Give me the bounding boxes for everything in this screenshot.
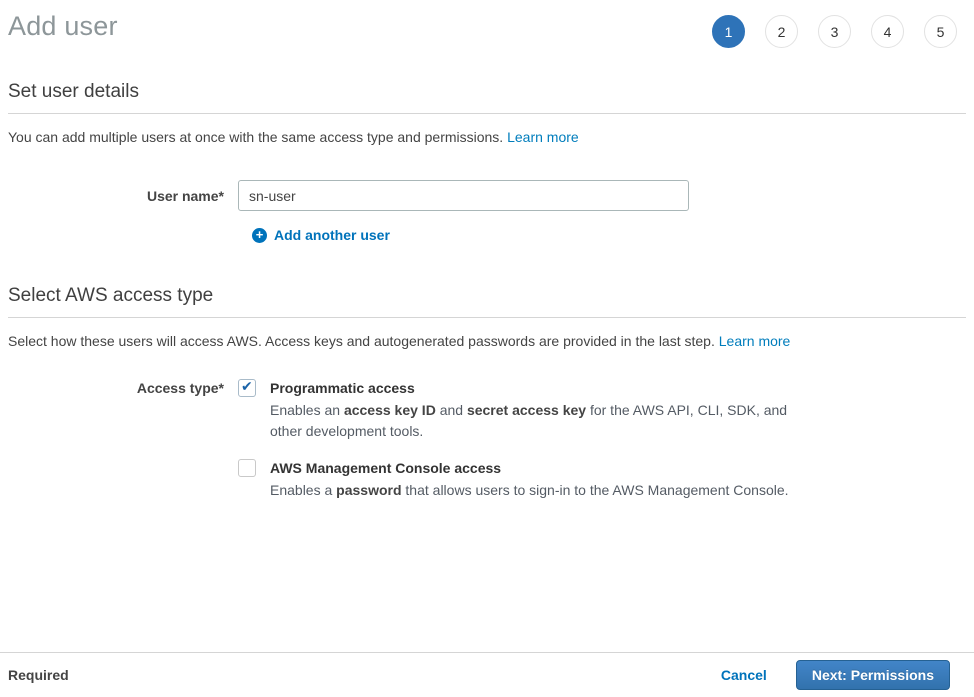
wizard-step-indicator: 1 2 3 4 5	[712, 15, 957, 48]
step-2[interactable]: 2	[765, 15, 798, 48]
console-access-title: AWS Management Console access	[270, 458, 789, 478]
programmatic-access-desc: Enables an access key ID and secret acce…	[270, 400, 794, 442]
console-access-body: AWS Management Console access Enables a …	[270, 458, 789, 501]
cancel-button[interactable]: Cancel	[721, 667, 767, 683]
programmatic-access-title: Programmatic access	[270, 378, 794, 398]
desc-text: Enables a	[270, 482, 336, 498]
desc-text: and	[436, 402, 467, 418]
access-type-label: Access type*	[8, 378, 238, 396]
access-type-description-text: Select how these users will access AWS. …	[8, 333, 715, 349]
plus-circle-icon: +	[252, 228, 267, 243]
access-type-options: ✔ Programmatic access Enables an access …	[238, 378, 794, 501]
page-header: Add user 1 2 3 4 5	[8, 0, 957, 48]
add-another-user-label: Add another user	[274, 227, 390, 243]
step-5[interactable]: 5	[924, 15, 957, 48]
learn-more-link-access-type[interactable]: Learn more	[719, 333, 791, 349]
programmatic-access-checkbox[interactable]: ✔	[238, 379, 256, 397]
step-3[interactable]: 3	[818, 15, 851, 48]
user-name-input[interactable]	[238, 180, 689, 211]
user-name-label: User name*	[8, 180, 238, 204]
desc-bold-text: access key ID	[344, 402, 436, 418]
wizard-footer: Required Cancel Next: Permissions	[0, 652, 974, 697]
add-user-page: Add user 1 2 3 4 5 Set user details You …	[0, 0, 974, 501]
access-type-row: Access type* ✔ Programmatic access Enabl…	[8, 378, 966, 501]
required-note: Required	[8, 667, 69, 683]
desc-bold-text: secret access key	[467, 402, 586, 418]
access-type-section: Select AWS access type Select how these …	[8, 285, 966, 501]
section-heading-access-type: Select AWS access type	[8, 285, 966, 318]
user-details-description: You can add multiple users at once with …	[8, 127, 966, 147]
page-title: Add user	[8, 11, 118, 42]
desc-bold-text: password	[336, 482, 401, 498]
next-permissions-button[interactable]: Next: Permissions	[796, 660, 950, 690]
desc-text: Enables an	[270, 402, 344, 418]
section-heading-user-details: Set user details	[8, 81, 966, 114]
user-details-description-text: You can add multiple users at once with …	[8, 129, 503, 145]
checkmark-icon: ✔	[241, 378, 253, 395]
step-1[interactable]: 1	[712, 15, 745, 48]
access-type-description: Select how these users will access AWS. …	[8, 331, 966, 351]
console-access-checkbox[interactable]	[238, 459, 256, 477]
learn-more-link-user-details[interactable]: Learn more	[507, 129, 579, 145]
console-access-desc: Enables a password that allows users to …	[270, 480, 789, 501]
programmatic-access-body: Programmatic access Enables an access ke…	[270, 378, 794, 442]
footer-actions: Cancel Next: Permissions	[721, 660, 966, 690]
step-4[interactable]: 4	[871, 15, 904, 48]
option-console-access: AWS Management Console access Enables a …	[238, 458, 794, 501]
set-user-details-section: Set user details You can add multiple us…	[8, 81, 966, 243]
desc-text: that allows users to sign-in to the AWS …	[402, 482, 789, 498]
user-name-row: User name*	[8, 180, 966, 211]
option-programmatic-access: ✔ Programmatic access Enables an access …	[238, 378, 794, 442]
add-another-user-button[interactable]: + Add another user	[252, 227, 966, 243]
